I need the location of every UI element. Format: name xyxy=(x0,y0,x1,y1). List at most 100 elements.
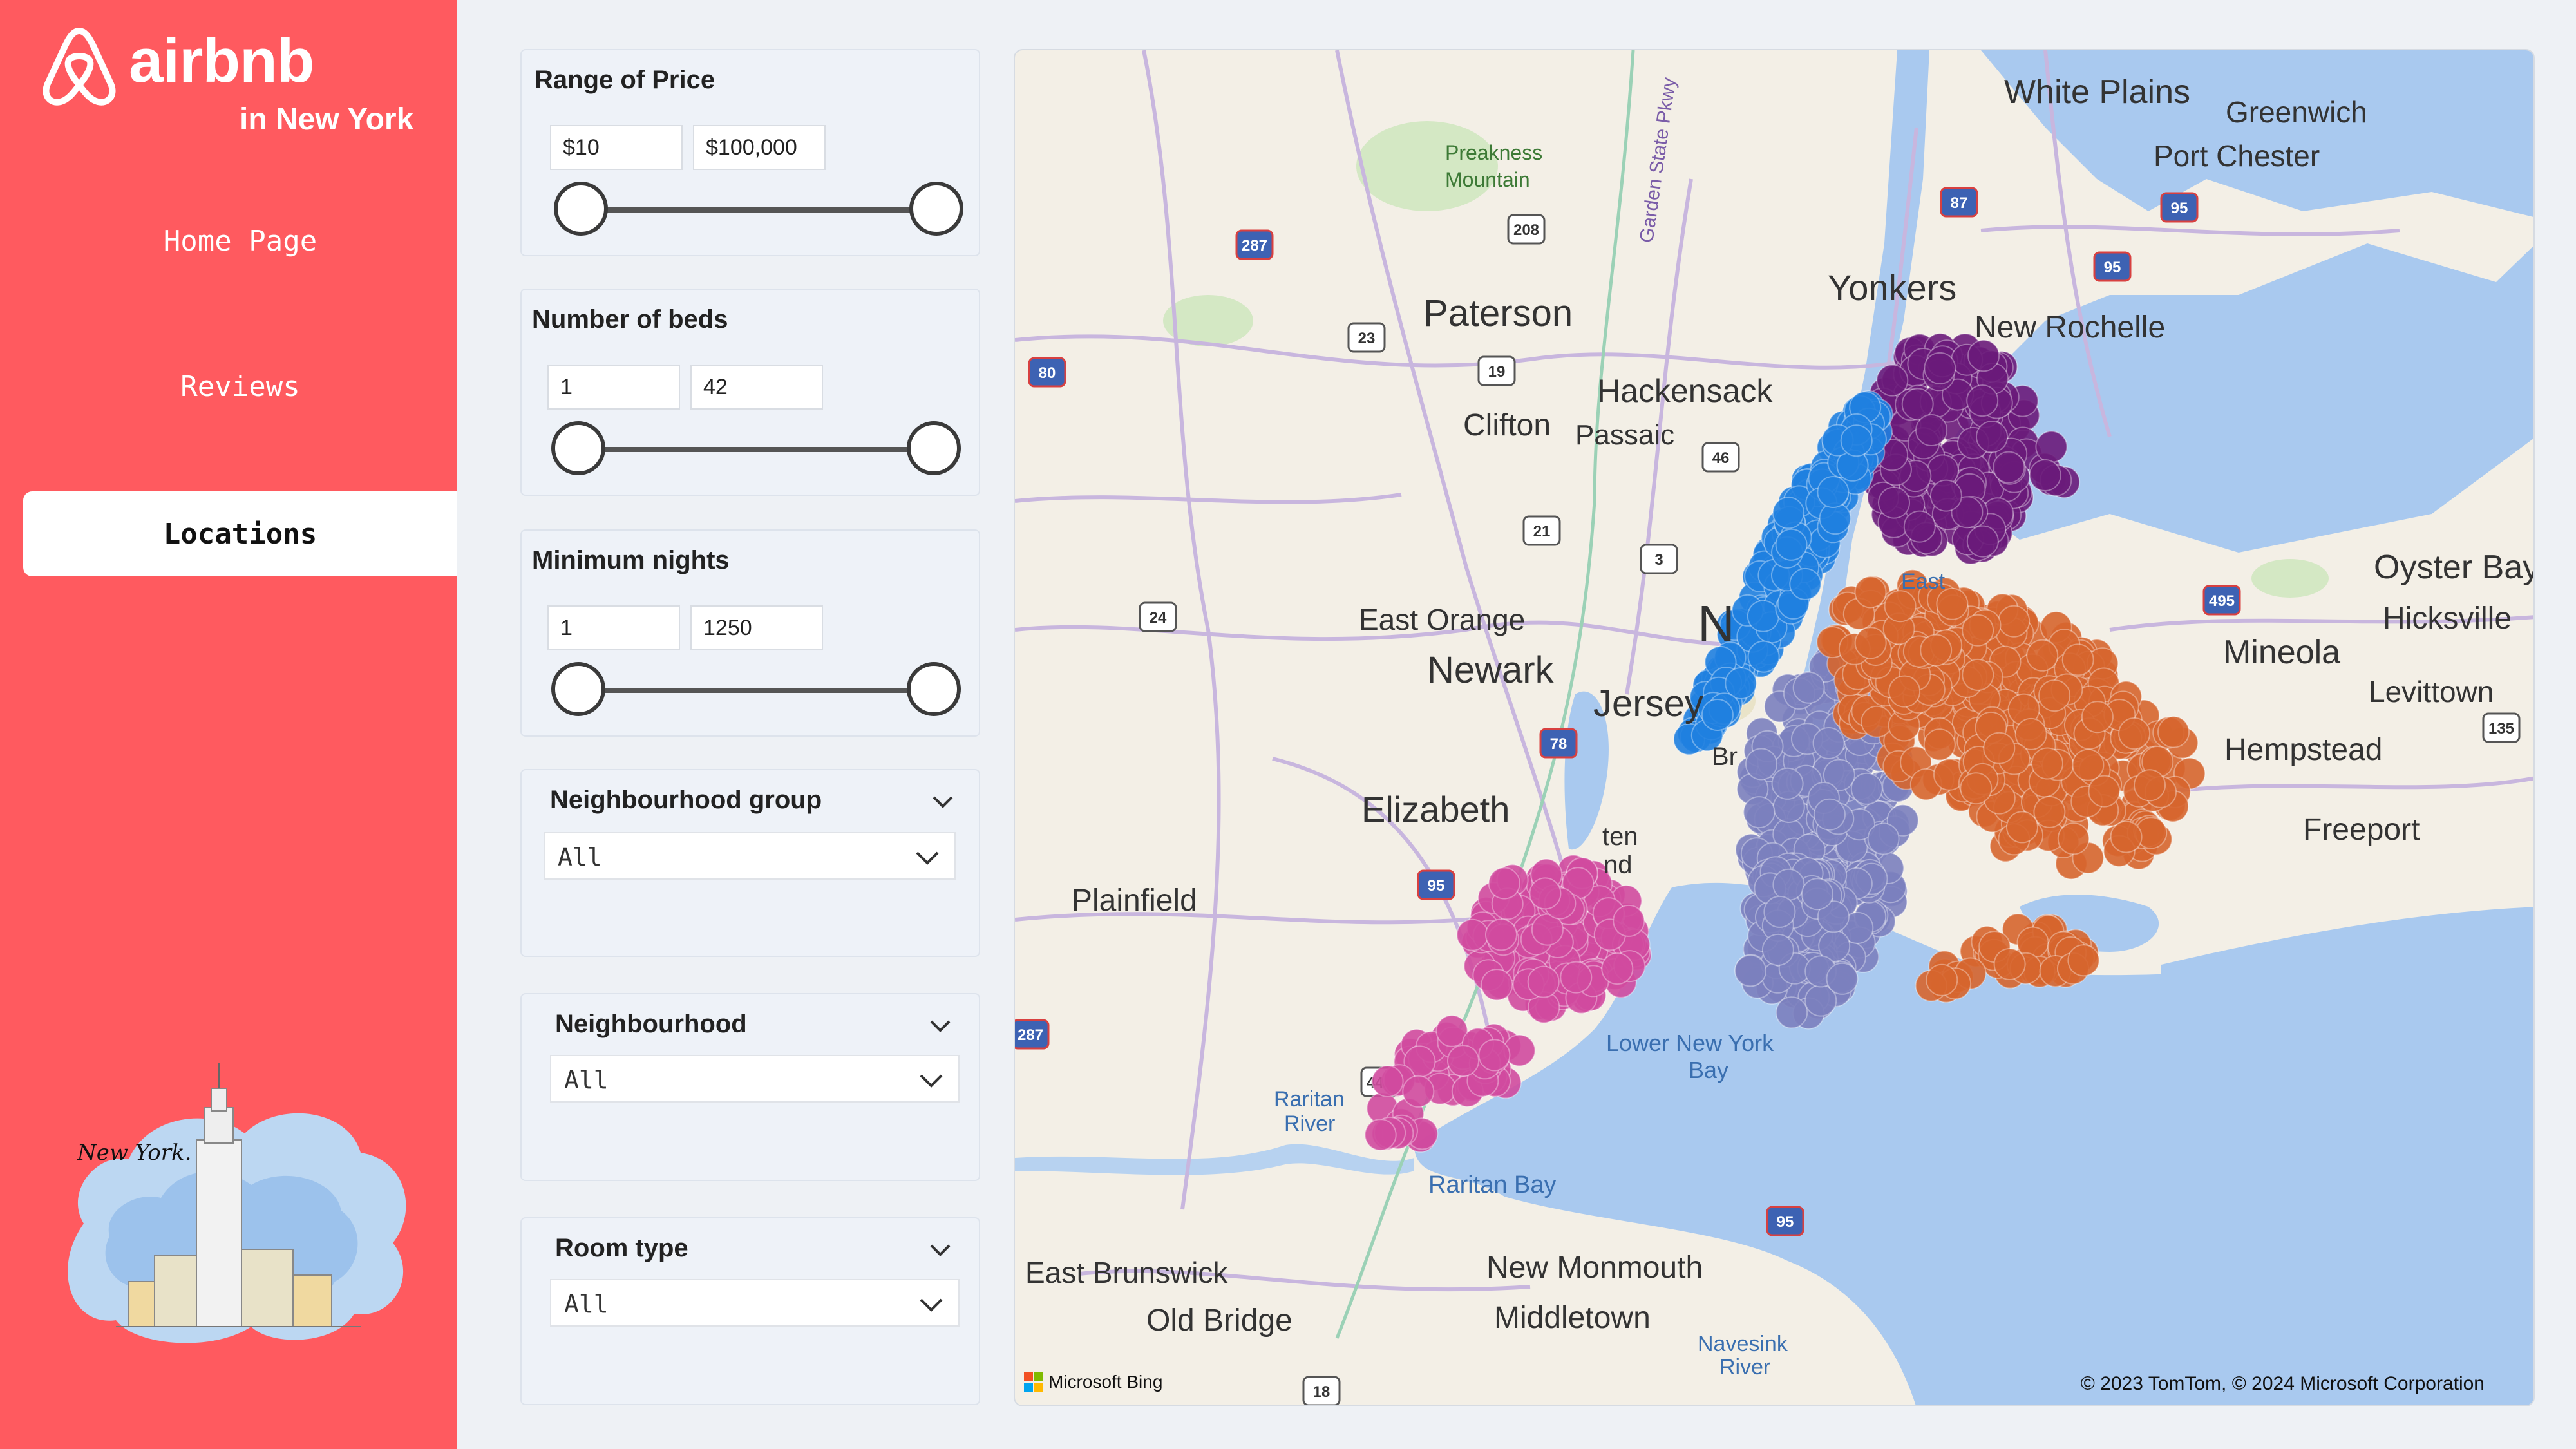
listing-marker xyxy=(2072,748,2105,781)
route-shield-label: 287 xyxy=(1242,237,1267,254)
app-root: airbnb in New York Home Page Reviews Loc… xyxy=(0,0,2576,1449)
listing-marker xyxy=(2026,639,2059,672)
beds-min-input[interactable]: 1 xyxy=(547,365,680,410)
listing-marker xyxy=(1915,414,1948,446)
route-shield-label: 19 xyxy=(1488,363,1506,381)
listing-marker xyxy=(2118,717,2151,750)
map-label: East xyxy=(1901,569,1946,594)
airbnb-logo-icon xyxy=(37,24,121,108)
listing-marker xyxy=(2057,822,2090,855)
route-shield-icon: 19 xyxy=(1477,355,1516,386)
map-label: nd xyxy=(1604,851,1633,879)
nav-item-locations[interactable]: Locations xyxy=(23,491,457,576)
map-label: Hempstead xyxy=(2224,733,2382,767)
map-label: Paterson xyxy=(1423,292,1573,334)
map-label: Oyster Bay xyxy=(2374,549,2535,586)
listing-marker xyxy=(1747,640,1780,673)
chevron-down-icon[interactable] xyxy=(930,792,956,811)
map-label: Old Bridge xyxy=(1146,1303,1293,1338)
chevron-down-icon[interactable] xyxy=(927,1016,953,1036)
listing-marker xyxy=(1792,671,1825,704)
map-provider: Microsoft Bing xyxy=(1048,1372,1163,1392)
listings-map[interactable]: 2872088795958023194621324495781359528744… xyxy=(1014,49,2535,1406)
park-area xyxy=(1356,121,1498,211)
listing-marker xyxy=(1993,948,2026,980)
map-label: N xyxy=(1698,595,1735,652)
listing-marker xyxy=(1776,996,1808,1029)
sidebar: airbnb in New York Home Page Reviews Loc… xyxy=(0,0,457,1449)
room-type-filter: Room type All xyxy=(520,1217,980,1405)
beds-max-input[interactable]: 42 xyxy=(690,365,823,410)
listing-marker xyxy=(2088,775,2121,808)
listing-marker xyxy=(1789,567,1822,600)
listing-marker xyxy=(1967,339,2000,372)
map-label: Bay xyxy=(1689,1057,1728,1083)
listing-marker xyxy=(2157,715,2190,748)
listing-marker xyxy=(1371,1065,1404,1097)
staten-island-listings[interactable] xyxy=(1456,854,1652,1024)
route-shield-icon: 208 xyxy=(1507,214,1546,245)
listing-marker xyxy=(2033,795,2066,828)
listing-marker xyxy=(1488,867,1520,900)
map-label: Passaic xyxy=(1575,419,1674,451)
listing-marker xyxy=(1888,675,1921,708)
route-shield-label: 46 xyxy=(1712,450,1730,467)
price-max-handle[interactable] xyxy=(909,182,963,236)
listing-marker xyxy=(1485,918,1517,951)
listing-marker xyxy=(1771,767,1804,800)
nights-slider-track[interactable] xyxy=(578,688,933,693)
beds-slider-track[interactable] xyxy=(578,447,933,452)
route-shield-label: 80 xyxy=(1039,365,1056,382)
map-label: East Brunswick xyxy=(1025,1256,1228,1289)
neighbourhood-group-dropdown[interactable]: All xyxy=(544,832,956,880)
listing-marker xyxy=(1983,732,2016,764)
price-max-input[interactable]: $100,000 xyxy=(693,125,826,170)
listing-marker xyxy=(2081,701,2114,734)
listing-marker xyxy=(1878,486,1910,519)
neighbourhood-value: All xyxy=(564,1066,609,1094)
beds-min-handle[interactable] xyxy=(551,421,605,475)
route-shield-icon: 23 xyxy=(1347,322,1386,353)
route-shield-icon: 21 xyxy=(1522,515,1561,546)
price-slider-track[interactable] xyxy=(581,207,935,213)
nights-min-handle[interactable] xyxy=(551,662,605,716)
map-label: Newark xyxy=(1427,649,1555,691)
nights-max-handle[interactable] xyxy=(907,662,961,716)
listing-marker xyxy=(1734,954,1766,987)
route-shield-label: 495 xyxy=(2209,592,2235,610)
price-min-handle[interactable] xyxy=(554,182,608,236)
price-range-filter: Range of Price $10 $100,000 xyxy=(520,49,980,256)
route-shield-icon: 95 xyxy=(1766,1206,1804,1236)
new-york-illustration: New York. xyxy=(58,1063,419,1368)
listing-marker xyxy=(1920,634,1953,667)
neighbourhood-group-filter: Neighbourhood group All xyxy=(520,769,980,957)
listing-marker xyxy=(1364,1119,1397,1151)
route-shield-icon: 287 xyxy=(1235,229,1274,260)
route-shield-label: 21 xyxy=(1533,523,1551,540)
route-shield-icon: 87 xyxy=(1940,187,1978,218)
brand-name: airbnb xyxy=(129,26,314,95)
route-shield-icon: 495 xyxy=(2202,585,2241,616)
listing-marker xyxy=(1850,772,1883,805)
nav-item-home-page[interactable]: Home Page xyxy=(23,198,457,283)
map-copyright: © 2023 TomTom, © 2024 Microsoft Corporat… xyxy=(2080,1373,2485,1394)
room-type-dropdown[interactable]: All xyxy=(550,1279,960,1327)
route-shield-label: 18 xyxy=(1313,1383,1331,1401)
nights-min-input[interactable]: 1 xyxy=(547,605,680,650)
listing-marker xyxy=(1817,476,1850,508)
beds-max-handle[interactable] xyxy=(907,421,961,475)
nav-item-reviews[interactable]: Reviews xyxy=(23,344,457,429)
neighbourhood-dropdown[interactable]: All xyxy=(550,1055,960,1103)
price-min-input[interactable]: $10 xyxy=(550,125,683,170)
map-label: Plainfield xyxy=(1072,884,1197,918)
route-shield-label: 95 xyxy=(2104,259,2121,276)
map-label: River xyxy=(1284,1112,1335,1136)
map-label: New Monmouth xyxy=(1486,1251,1703,1285)
map-label: Preakness xyxy=(1445,141,1542,164)
illustration-caption: New York. xyxy=(77,1140,192,1166)
price-filter-title: Range of Price xyxy=(535,66,715,94)
chevron-down-icon[interactable] xyxy=(927,1240,953,1260)
listing-marker xyxy=(1929,479,1962,512)
listing-marker xyxy=(1601,952,1634,985)
nights-max-input[interactable]: 1250 xyxy=(690,605,823,650)
